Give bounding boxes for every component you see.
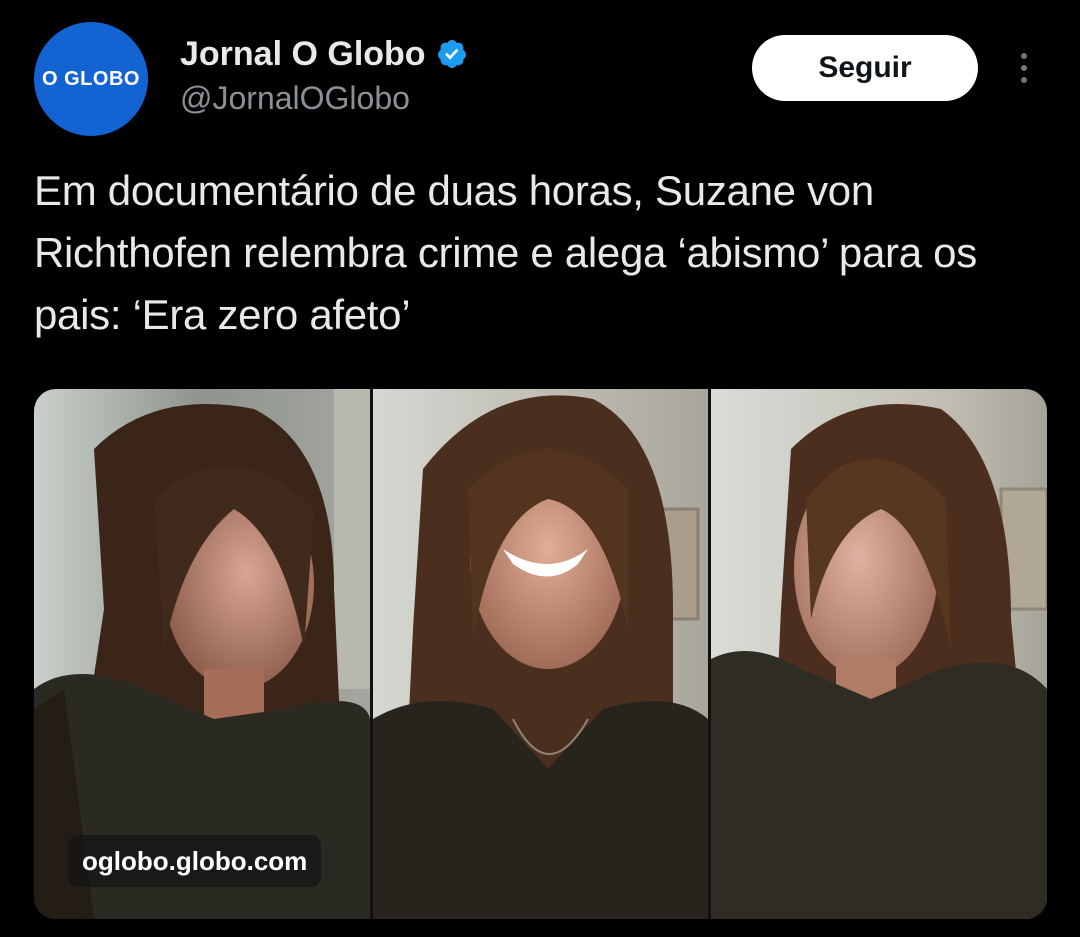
photo-panel-center [372, 389, 709, 919]
more-dot [1021, 77, 1027, 83]
author-names: Jornal O Globo @JornalOGlobo [180, 32, 468, 117]
display-name-row: Jornal O Globo [180, 32, 468, 76]
author-handle[interactable]: @JornalOGlobo [180, 80, 468, 117]
avatar-logo-text: O GLOBO [42, 67, 140, 90]
link-domain-chip[interactable]: oglobo.globo.com [68, 835, 322, 887]
portrait-photo-center [372, 389, 708, 919]
portrait-photo-right [711, 389, 1047, 919]
verified-badge-icon [437, 40, 466, 68]
more-dot [1021, 65, 1027, 71]
tweet-card: O GLOBO Jornal O Globo @JornalOGlobo Seg… [0, 0, 1080, 937]
photo-panel-right [711, 389, 1047, 919]
author-display-name[interactable]: Jornal O Globo [180, 35, 426, 74]
tweet-text: Em documentário de duas horas, Suzane vo… [34, 167, 977, 338]
follow-button[interactable]: Seguir [752, 35, 978, 101]
more-vertical-icon[interactable] [1004, 44, 1044, 92]
author-avatar[interactable]: O GLOBO [34, 22, 148, 136]
more-dot [1021, 53, 1027, 59]
